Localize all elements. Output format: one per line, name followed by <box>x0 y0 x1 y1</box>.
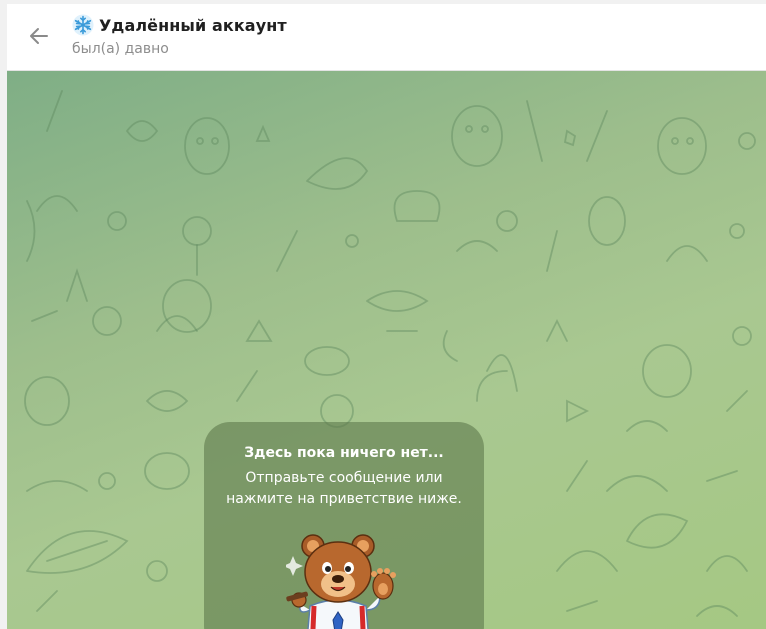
empty-chat-text: Отправьте сообщение или нажмите на приве… <box>226 470 462 507</box>
empty-chat-title: Здесь пока ничего нет... <box>244 445 444 461</box>
window-left-strip <box>0 0 7 629</box>
last-seen-status: был(а) давно <box>72 41 169 57</box>
chat-background: Здесь пока ничего нет... Отправьте сообщ… <box>7 71 766 629</box>
chat-header: Удалённый аккаунт был(а) давно <box>7 4 766 71</box>
arrow-left-icon <box>30 28 48 44</box>
empty-chat-card: Здесь пока ничего нет... Отправьте сообщ… <box>204 422 484 629</box>
chat-title-row[interactable]: Удалённый аккаунт <box>72 14 287 36</box>
back-button[interactable] <box>21 18 57 54</box>
bear-greeting-sticker[interactable] <box>286 528 402 629</box>
snowflake-icon <box>72 14 94 36</box>
chat-title: Удалённый аккаунт <box>99 15 287 35</box>
